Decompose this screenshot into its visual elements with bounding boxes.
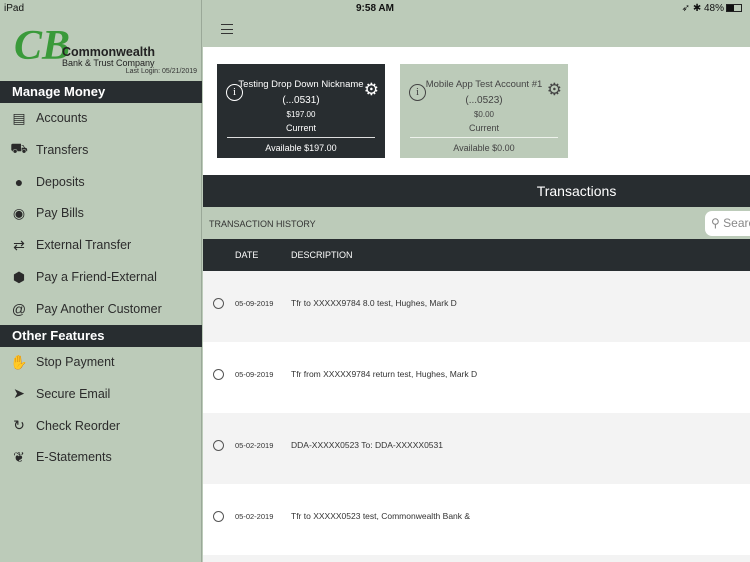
row-description: Tfr to XXXXX0523 test, Commonwealth Bank… [291,511,471,521]
row-radio[interactable] [213,511,224,522]
bank-name: Commonwealth [62,45,156,59]
sidebar-item-label: Stop Payment [36,355,115,369]
row-date: 05-02-2019 [235,441,274,450]
date-column[interactable]: DATE [235,239,258,271]
account-balance: $0.00 [473,110,495,119]
account-status: Current [285,123,316,133]
gear-icon[interactable]: ⚙ [547,80,562,100]
search-icon: ⚲ [711,216,720,230]
sidebar-item-label: Secure Email [36,386,111,401]
sidebar-item-label: External Transfer [36,238,132,253]
sidebar-item-pay-another-customer[interactable]: @ Pay Another Customer [0,294,202,324]
sidebar-item-pay-a-friend-external[interactable]: ⬢ Pay a Friend-External [0,262,202,292]
table-row[interactable]: 05-09-2019 Tfr to XXXXX9784 8.0 test, Hug… [203,271,750,342]
row-description: Tfr to XXXXX9784 8.0 test, Hughes, Mark … [291,298,457,308]
sidebar-item-label: Accounts [36,111,88,125]
table-row[interactable]: 05-02-2019 DDA-XXXXX0523 To: DDA-XXXXX053… [203,413,750,484]
available-balance: Available $197.00 [265,143,337,153]
manage-money-header: Manage Money [0,81,202,103]
transactions-title: Transactions [203,175,750,207]
table-row[interactable]: 05-09-2019 Tfr from XXXXX9784 return test… [203,342,750,413]
other-features-header: Other Features [0,325,202,347]
sidebar-item-deposits[interactable]: ● Deposits [0,167,202,197]
sidebar-item-accounts[interactable]: ▤ Accounts [0,103,202,133]
sidebar-item-stop-payment[interactable]: ✋ Stop Payment [0,347,202,377]
pay-bills-icon: ◉ [12,204,26,221]
sidebar-item-pay-bills[interactable]: ◉ Pay Bills [0,198,202,228]
history-bar: TRANSACTION HISTORY ⚲ Search [203,207,750,239]
info-icon[interactable]: i [226,84,243,101]
sidebar-item-transfers[interactable]: ⛟ Transfers [0,135,202,165]
last-login: Last Login: 05/21/2019 [125,68,197,75]
description-column[interactable]: DESCRIPTION [291,239,353,271]
sidebar-item-label: Deposits [36,174,85,189]
pay-another-customer-icon: @ [11,300,27,317]
sidebar-item-external-transfer[interactable]: ⇄ External Transfer [0,230,202,260]
sidebar-item-check-reorder[interactable]: ↻ Check Reorder [0,411,202,441]
stop-payment-icon: ✋ [10,353,28,370]
available-balance: Available $0.00 [453,143,515,153]
row-radio[interactable] [213,369,224,380]
sidebar-item-e-statements[interactable]: ❦ E-Statements [0,442,202,472]
sidebar-item-label: Pay Bills [36,206,84,221]
battery-icon [726,4,742,13]
accounts-icon: ▤ [12,109,26,126]
account-status: Current [468,123,499,133]
sidebar-item-label: Check Reorder [36,418,121,433]
menu-icon[interactable] [221,24,233,34]
row-description: Tfr from XXXXX9784 return test, Hughes, … [291,369,478,379]
battery-status: ➶ ✱ 48% [682,3,742,14]
pay-a-friend-external-icon: ⬢ [12,268,26,285]
row-partial [203,555,750,562]
table-row[interactable]: 05-02-2019 Tfr to XXXXX0523 test, Commonw… [203,484,750,555]
sidebar-item-label: Transfers [36,142,89,157]
clock: 9:58 AM [356,3,394,14]
main-content: i ⚙ Testing Drop Down Nickname (...0531) … [203,0,750,562]
gear-icon[interactable]: ⚙ [364,80,379,100]
bank-subname: Bank & Trust Company [62,58,155,68]
account-card[interactable]: i ⚙ Mobile App Test Account #1 (...0523) … [400,64,568,158]
row-date: 05-09-2019 [235,370,274,379]
secure-email-icon: ➤ [13,385,25,402]
sidebar-item-secure-email[interactable]: ➤ Secure Email [0,379,202,409]
row-date: 05-02-2019 [235,512,274,521]
column-header: DATE DESCRIPTION [203,239,750,271]
row-date: 05-09-2019 [235,299,274,308]
e-statements-icon: ❦ [13,448,25,465]
info-icon[interactable]: i [409,84,426,101]
deposits-icon: ● [14,173,24,190]
check-reorder-icon: ↻ [13,417,25,434]
search-input[interactable]: ⚲ Search [705,211,750,236]
sidebar-item-label: E-Statements [36,450,112,465]
sidebar: CB Commonwealth Bank & Trust Company Las… [0,0,202,562]
account-cards: i ⚙ Testing Drop Down Nickname (...0531) … [203,47,750,175]
account-balance: $197.00 [286,110,316,119]
account-card[interactable]: i ⚙ Testing Drop Down Nickname (...0531) … [217,64,385,158]
row-radio[interactable] [213,298,224,309]
sidebar-item-label: Pay Another Customer [36,301,162,316]
row-description: DDA-XXXXX0523 To: DDA-XXXXX0531 [291,440,443,450]
external-transfer-icon: ⇄ [13,236,25,253]
history-label: TRANSACTION HISTORY [209,219,316,229]
transfers-icon: ⛟ [10,140,28,157]
status-bar: iPad 9:58 AM ➶ ✱ 48% [0,0,750,16]
sidebar-item-label: Pay a Friend-External [36,270,157,284]
row-radio[interactable] [213,440,224,451]
